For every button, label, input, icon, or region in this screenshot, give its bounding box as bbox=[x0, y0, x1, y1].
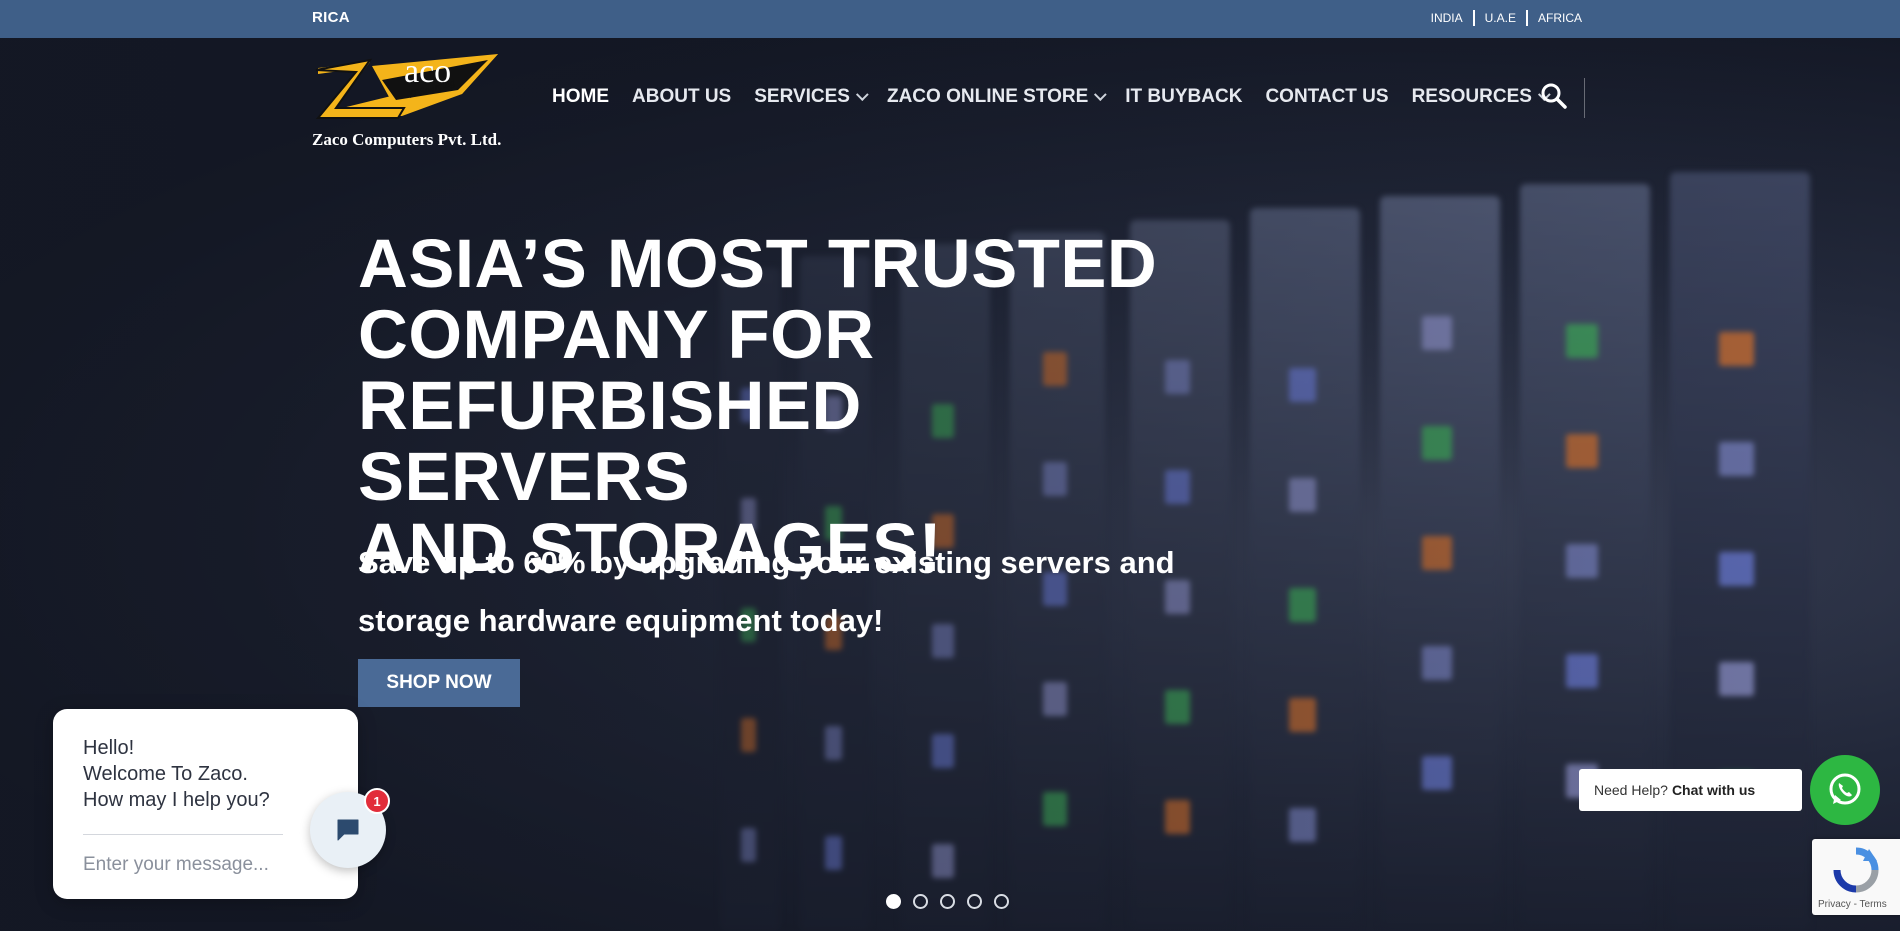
region-divider bbox=[1525, 10, 1528, 26]
nav-item-label: HOME bbox=[552, 86, 609, 107]
carousel-dot[interactable] bbox=[886, 894, 901, 909]
whatsapp-chat-label[interactable]: Need Help? Chat with us bbox=[1579, 769, 1802, 811]
region-divider bbox=[1472, 10, 1475, 26]
search-button[interactable] bbox=[1540, 82, 1568, 110]
hero-headline-line: COMPANY FOR bbox=[358, 296, 875, 373]
chat-greeting-line: How may I help you? bbox=[83, 789, 270, 811]
recaptcha-icon bbox=[1833, 847, 1879, 893]
nav-item-home[interactable]: HOME bbox=[552, 86, 609, 108]
hero-subheadline: Save up to 60% by upgrading your existin… bbox=[358, 534, 1178, 650]
nav-item-resources[interactable]: RESOURCES bbox=[1411, 86, 1551, 108]
carousel-dot[interactable] bbox=[940, 894, 955, 909]
carousel-dot[interactable] bbox=[913, 894, 928, 909]
zaco-logo-icon: aco IT Sourcing bbox=[315, 53, 498, 119]
chevron-down-icon bbox=[1094, 87, 1107, 101]
nav-item-label: SERVICES bbox=[754, 86, 850, 107]
nav-item-label: CONTACT US bbox=[1265, 86, 1389, 107]
hero-headline-line: ASIA’S MOST TRUSTED bbox=[358, 225, 1158, 302]
carousel-dot[interactable] bbox=[967, 894, 982, 909]
chevron-down-icon bbox=[855, 87, 869, 101]
nav-item-about-us[interactable]: ABOUT US bbox=[632, 86, 731, 108]
shop-now-button[interactable]: SHOP NOW bbox=[358, 659, 520, 707]
carousel-pagination bbox=[886, 894, 1021, 909]
carousel-dot[interactable] bbox=[994, 894, 1009, 909]
recaptcha-privacy-link[interactable]: Privacy bbox=[1818, 899, 1851, 910]
chat-message-input[interactable] bbox=[83, 847, 293, 883]
region-link-india[interactable]: INDIA bbox=[1431, 11, 1463, 25]
company-name: Zaco Computers Pvt. Ltd. bbox=[312, 130, 502, 149]
chat-divider bbox=[83, 834, 283, 835]
chat-bubble-icon bbox=[337, 819, 359, 841]
nav-item-label: RESOURCES bbox=[1411, 86, 1532, 107]
region-link-uae[interactable]: U.A.E bbox=[1485, 11, 1516, 25]
nav-item-zaco-online-store[interactable]: ZACO ONLINE STORE bbox=[886, 86, 1107, 108]
top-bar-label: RICA bbox=[312, 9, 350, 26]
whatsapp-button[interactable] bbox=[1810, 755, 1880, 825]
main-nav: HOME ABOUT US SERVICES ZACO ONLINE STORE… bbox=[552, 86, 1569, 108]
nav-item-label: ABOUT US bbox=[632, 86, 732, 107]
site-logo[interactable]: aco IT Sourcing Zaco Computers Pvt. Ltd. bbox=[312, 46, 522, 154]
nav-divider bbox=[1584, 78, 1585, 118]
whatsapp-prefix: Need Help? bbox=[1594, 782, 1668, 798]
top-bar: RICA INDIA U.A.E AFRICA bbox=[0, 0, 1900, 38]
recaptcha-terms-link[interactable]: Terms bbox=[1860, 899, 1887, 910]
search-icon bbox=[1541, 83, 1567, 109]
nav-item-label: IT BUYBACK bbox=[1125, 86, 1243, 107]
hero-subheadline-line: Save up to 60% by upgrading your existin… bbox=[358, 545, 1175, 580]
whatsapp-cta: Chat with us bbox=[1671, 782, 1756, 798]
nav-item-services[interactable]: SERVICES bbox=[754, 86, 869, 108]
recaptcha-badge[interactable]: Privacy - Terms bbox=[1812, 839, 1900, 915]
chat-notification-badge: 1 bbox=[364, 788, 390, 814]
region-selector: INDIA U.A.E AFRICA bbox=[1431, 10, 1582, 26]
hero-headline: ASIA’S MOST TRUSTED COMPANY FOR REFURBIS… bbox=[358, 228, 1178, 583]
region-link-africa[interactable]: AFRICA bbox=[1538, 11, 1582, 25]
nav-item-it-buyback[interactable]: IT BUYBACK bbox=[1125, 86, 1242, 108]
hero-headline-line: REFURBISHED SERVERS bbox=[358, 367, 862, 515]
recaptcha-links: Privacy - Terms bbox=[1818, 899, 1887, 910]
chat-greeting: Hello! Welcome To Zaco. How may I help y… bbox=[83, 735, 270, 813]
chat-greeting-line: Welcome To Zaco. bbox=[83, 763, 248, 785]
chat-greeting-line: Hello! bbox=[83, 737, 135, 759]
nav-item-label: ZACO ONLINE STORE bbox=[886, 86, 1089, 107]
nav-item-contact-us[interactable]: CONTACT US bbox=[1265, 86, 1388, 108]
chat-popup: Hello! Welcome To Zaco. How may I help y… bbox=[53, 709, 358, 899]
hero-subheadline-line: storage hardware equipment today! bbox=[358, 603, 884, 638]
whatsapp-icon bbox=[1829, 773, 1861, 805]
